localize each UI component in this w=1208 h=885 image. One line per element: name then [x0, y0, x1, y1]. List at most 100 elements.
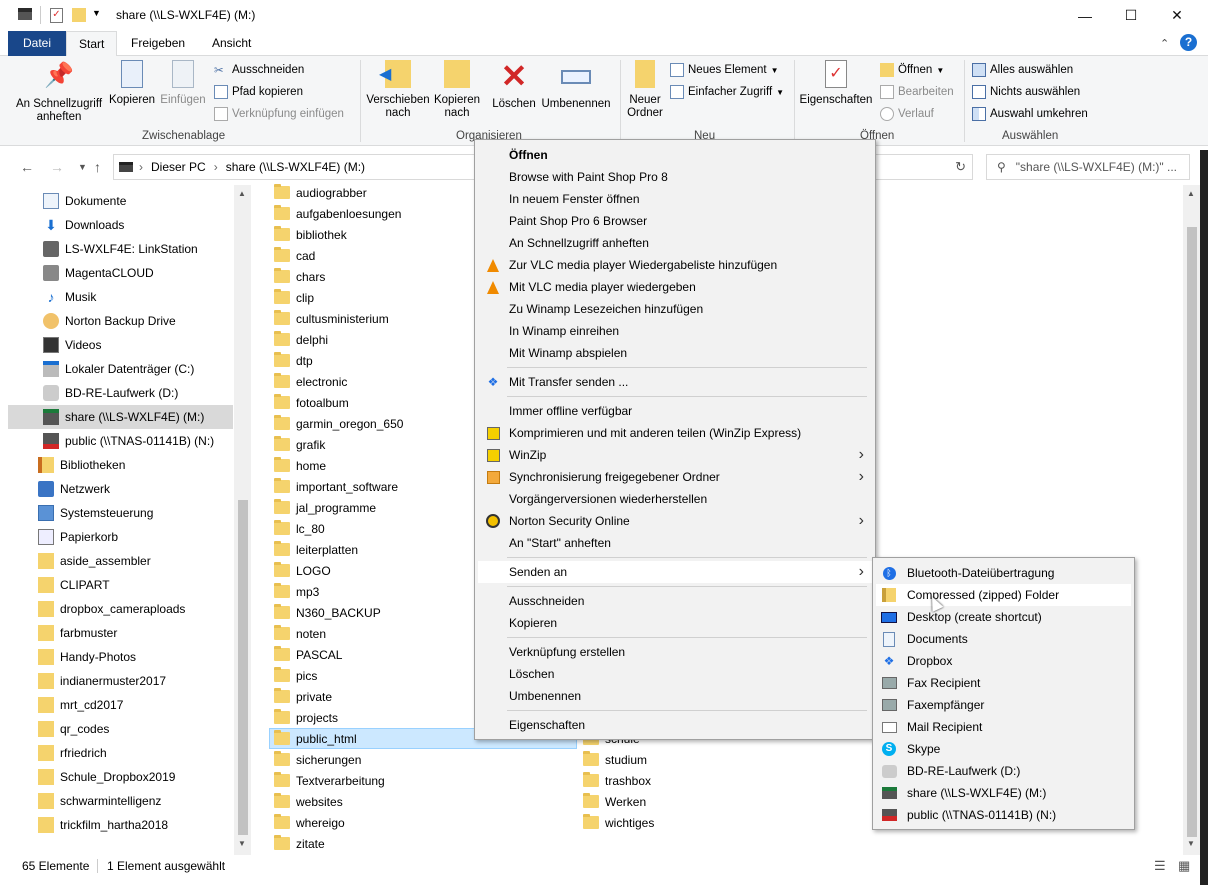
context-menu-item[interactable]: Browse with Paint Shop Pro 8 [478, 166, 872, 188]
file-item[interactable]: audiograbber [270, 182, 367, 203]
file-item[interactable]: jal_programme [270, 497, 376, 518]
file-item[interactable]: electronic [270, 371, 347, 392]
context-menu-item[interactable]: An Schnellzugriff anheften [478, 232, 872, 254]
chevron-down-icon[interactable]: ▼ [92, 8, 101, 18]
file-item[interactable]: websites [270, 791, 343, 812]
send-to-item[interactable]: Documents [876, 628, 1131, 650]
nav-item[interactable]: Netzwerk [8, 477, 233, 501]
context-menu-item[interactable]: Vorgängerversionen wiederherstellen [478, 488, 872, 510]
nav-item[interactable]: ♪ Musik [8, 285, 233, 309]
file-item[interactable]: cad [270, 245, 315, 266]
send-to-item[interactable]: public (\\TNAS-01141B) (N:) [876, 804, 1131, 826]
context-menu-item[interactable]: Mit VLC media player wiedergeben [478, 276, 872, 298]
file-item[interactable]: private [270, 686, 332, 707]
delete-button[interactable]: ✕ Löschen [490, 60, 538, 111]
context-menu-item[interactable]: ❖ Mit Transfer senden ... [478, 371, 872, 393]
context-menu-item[interactable]: In neuem Fenster öffnen [478, 188, 872, 210]
nav-item[interactable]: Norton Backup Drive [8, 309, 233, 333]
context-menu-item[interactable]: In Winamp einreihen [478, 320, 872, 342]
file-item[interactable]: home [270, 455, 326, 476]
file-item[interactable]: N360_BACKUP [270, 602, 381, 623]
main-scrollbar[interactable]: ▲ ▼ [1183, 185, 1200, 855]
new-folder-icon[interactable] [72, 8, 86, 22]
file-item[interactable]: Textverarbeitung [270, 770, 385, 791]
select-all-button[interactable]: Alles auswählen [972, 61, 1073, 79]
chevron-down-icon[interactable]: ▼ [78, 162, 87, 172]
context-menu-item[interactable]: An "Start" anheften [478, 532, 872, 554]
nav-item[interactable]: public (\\TNAS-01141B) (N:) [8, 429, 233, 453]
copy-to-button[interactable]: Kopieren nach [432, 60, 482, 120]
send-to-item[interactable]: BD-RE-Laufwerk (D:) [876, 760, 1131, 782]
send-to-item[interactable]: Faxempfänger [876, 694, 1131, 716]
file-item[interactable]: LOGO [270, 560, 331, 581]
file-item[interactable]: trashbox [579, 770, 651, 791]
breadcrumb-share[interactable]: share (\\LS-WXLF4E) (M:) [226, 160, 365, 174]
nav-item[interactable]: Dokumente [8, 189, 233, 213]
search-box[interactable]: ⚲ "share (\\LS-WXLF4E) (M:)" ... [986, 154, 1190, 180]
context-menu-item[interactable]: Mit Winamp abspielen [478, 342, 872, 364]
nav-item[interactable]: BD-RE-Laufwerk (D:) [8, 381, 233, 405]
properties-button[interactable]: ✓ Eigenschaften [798, 60, 874, 107]
file-item[interactable]: aufgabenloesungen [270, 203, 401, 224]
cut-button[interactable]: ✂ Ausschneiden [214, 61, 304, 79]
context-menu-item[interactable]: Senden an › [478, 561, 872, 583]
breadcrumb-this-pc[interactable]: Dieser PC [151, 160, 206, 174]
context-menu-item[interactable]: Öffnen [478, 144, 872, 166]
move-to-button[interactable]: ◀ Verschieben nach [366, 60, 430, 120]
nav-item[interactable]: Bibliotheken [8, 453, 233, 477]
file-item[interactable]: delphi [270, 329, 328, 350]
tab-freigeben[interactable]: Freigeben [119, 31, 197, 56]
send-to-item[interactable]: Fax Recipient [876, 672, 1131, 694]
file-item[interactable]: lc_80 [270, 518, 325, 539]
chevron-up-icon[interactable]: ⌃ [1160, 37, 1169, 50]
tiles-view-icon[interactable]: ▦ [1178, 858, 1190, 874]
send-to-item[interactable]: share (\\LS-WXLF4E) (M:) [876, 782, 1131, 804]
open-button[interactable]: Öffnen ▼ [880, 61, 944, 79]
back-icon[interactable]: ← [20, 159, 34, 175]
tab-datei[interactable]: Datei [8, 31, 66, 56]
nav-item[interactable]: indianermuster2017 [8, 669, 233, 693]
pin-quick-access-button[interactable]: 📌 An Schnellzugriff anheften [12, 60, 106, 124]
context-menu-item[interactable]: Immer offline verfügbar [478, 400, 872, 422]
context-menu-item[interactable]: Kopieren [478, 612, 872, 634]
context-menu-item[interactable]: Synchronisierung freigegebener Ordner › [478, 466, 872, 488]
file-item[interactable]: bibliothek [270, 224, 347, 245]
file-item[interactable]: cultusministerium [270, 308, 389, 329]
file-item[interactable]: clip [270, 287, 314, 308]
nav-item[interactable]: qr_codes [8, 717, 233, 741]
details-view-icon[interactable]: ☰ [1154, 858, 1166, 874]
edit-button[interactable]: Bearbeiten [880, 83, 954, 101]
nav-item[interactable]: Lokaler Datenträger (C:) [8, 357, 233, 381]
nav-item[interactable]: trickfilm_hartha2018 [8, 813, 233, 837]
help-icon[interactable]: ? [1180, 34, 1197, 51]
context-menu-item[interactable]: Eigenschaften [478, 714, 872, 736]
nav-item[interactable]: CLIPART [8, 573, 233, 597]
close-button[interactable]: ✕ [1154, 0, 1200, 31]
rename-button[interactable]: Umbenennen [540, 60, 612, 111]
file-item[interactable]: projects [270, 707, 338, 728]
context-menu-item[interactable]: Ausschneiden [478, 590, 872, 612]
properties-icon[interactable]: ✓ [50, 8, 63, 23]
scroll-thumb[interactable] [238, 500, 248, 835]
select-none-button[interactable]: Nichts auswählen [972, 83, 1080, 101]
file-item[interactable]: fotoalbum [270, 392, 349, 413]
tab-ansicht[interactable]: Ansicht [200, 31, 263, 56]
context-menu-item[interactable]: Löschen [478, 663, 872, 685]
file-item[interactable]: grafik [270, 434, 325, 455]
nav-item[interactable]: LS-WXLF4E: LinkStation [8, 237, 233, 261]
minimize-button[interactable]: — [1062, 0, 1108, 31]
copy-path-button[interactable]: Pfad kopieren [214, 83, 303, 101]
new-folder-button[interactable]: Neuer Ordner [624, 60, 666, 120]
nav-item[interactable]: farbmuster [8, 621, 233, 645]
nav-scrollbar[interactable]: ▲ ▼ [234, 185, 251, 855]
file-item[interactable]: Werken [579, 791, 646, 812]
context-menu-item[interactable]: Zu Winamp Lesezeichen hinzufügen [478, 298, 872, 320]
file-item[interactable]: garmin_oregon_650 [270, 413, 403, 434]
nav-item[interactable]: Papierkorb [8, 525, 233, 549]
nav-item[interactable]: ⬇ Downloads [8, 213, 233, 237]
tab-start[interactable]: Start [66, 31, 118, 57]
send-to-item[interactable]: Compressed (zipped) Folder [876, 584, 1131, 606]
nav-item[interactable]: MagentaCLOUD [8, 261, 233, 285]
file-item[interactable]: chars [270, 266, 325, 287]
paste-shortcut-button[interactable]: Verknüpfung einfügen [214, 105, 344, 123]
